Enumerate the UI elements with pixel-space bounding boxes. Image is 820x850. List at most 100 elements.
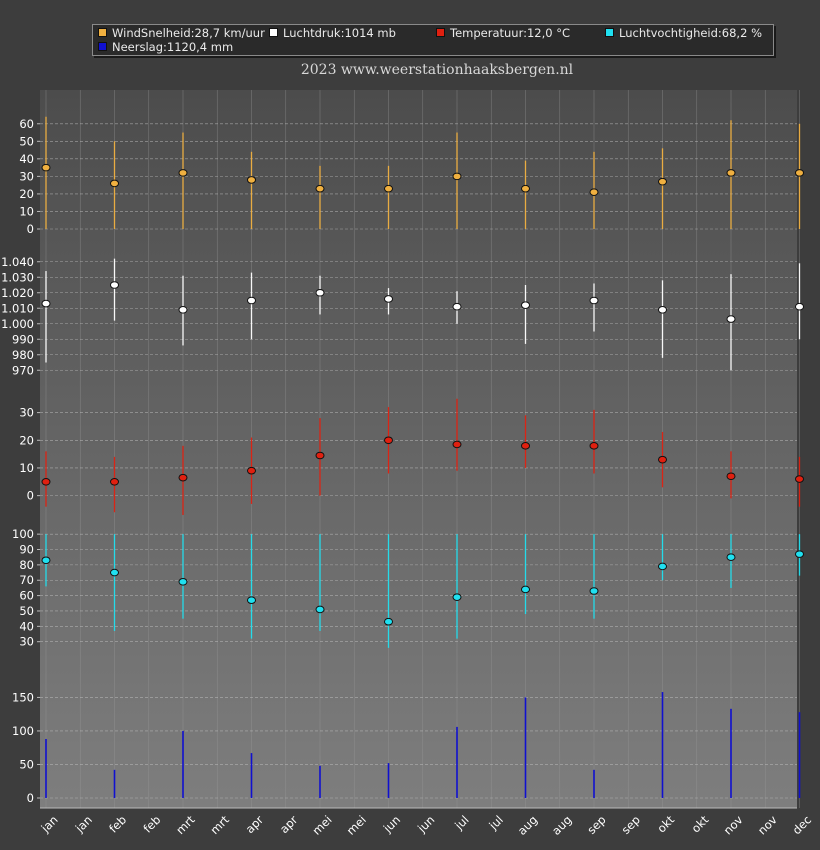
mean-point-wind [247, 176, 256, 184]
mean-point-temperatuur [658, 455, 667, 464]
mean-point-luchtdruk [658, 306, 667, 314]
mean-point-wind [521, 184, 530, 193]
x-tick-label: jan [38, 813, 61, 836]
y-tick-label-luchtdruk: 980 [12, 348, 34, 362]
x-tick-labels: jan jan feb feb mrt mrt apr apr mei mei jun jun jul j… [38, 812, 815, 838]
mean-point-luchtvochtigheid [110, 568, 119, 577]
y-tick-label-wind: 20 [19, 187, 34, 201]
y-tick-label-luchtvochtigheid: 40 [19, 619, 34, 633]
mean-point-luchtdruk [315, 288, 325, 297]
mean-point-luchtdruk [452, 302, 462, 311]
weather-year-chart: WindSnelheid:28,7 km/uur Luchtdruk:1014 … [0, 0, 820, 850]
mean-point-temperatuur [726, 472, 736, 481]
x-tick-label: nov [721, 813, 746, 838]
mean-point-luchtdruk [41, 299, 51, 308]
mean-point-luchtvochtigheid [41, 556, 51, 565]
y-tick-label-luchtdruk: 1.040 [1, 255, 34, 269]
x-tick-label: mei [310, 813, 335, 838]
y-tick-label-luchtdruk: 1.000 [1, 317, 34, 331]
x-tick-label: jul [486, 813, 506, 833]
mean-point-luchtvochtigheid [315, 605, 325, 614]
mean-point-luchtvochtigheid [452, 593, 462, 601]
y-tick-label-luchtvochtigheid: 90 [19, 543, 34, 557]
x-tick-label: mrt [207, 812, 232, 837]
x-tick-label: okt [689, 812, 712, 835]
x-tick-label: jun [380, 813, 403, 836]
x-tick-label: okt [654, 812, 677, 835]
x-tick-label: dec [790, 813, 815, 838]
mean-point-wind [452, 172, 462, 181]
x-tick-label: sep [584, 813, 608, 837]
mean-point-luchtdruk [726, 315, 736, 323]
y-tick-label-luchtdruk: 1.030 [1, 270, 34, 284]
mean-point-luchtvochtigheid [795, 550, 804, 558]
mean-point-temperatuur [589, 442, 599, 450]
y-tick-label-luchtvochtigheid: 60 [19, 589, 34, 603]
mean-point-temperatuur [384, 436, 393, 445]
y-tick-label-luchtdruk: 970 [12, 363, 34, 377]
mean-point-wind [589, 188, 599, 196]
y-tick-label-temperatuur: 20 [19, 433, 34, 447]
mean-point-luchtvochtigheid [589, 587, 599, 595]
y-tick-label-luchtdruk: 1.020 [1, 286, 34, 300]
mean-point-wind [726, 169, 736, 177]
y-tick-label-temperatuur: 10 [19, 461, 34, 475]
mean-point-wind [795, 169, 804, 177]
mean-point-luchtvochtigheid [726, 553, 736, 561]
y-tick-label-luchtvochtigheid: 100 [12, 527, 34, 541]
y-tick-label-neerslag: 150 [12, 690, 34, 704]
y-tick-label-luchtdruk: 990 [12, 332, 34, 346]
y-tick-label-luchtvochtigheid: 80 [19, 558, 34, 572]
mean-point-temperatuur [521, 442, 530, 450]
y-tick-label-wind: 0 [27, 222, 34, 236]
y-tick-labels: 01020304050609709809901.0001.0101.0201.0… [1, 117, 34, 805]
mean-point-wind [178, 169, 188, 177]
y-tick-label-wind: 10 [19, 204, 34, 218]
mean-point-luchtdruk [795, 302, 804, 311]
x-tick-label: jul [451, 813, 471, 833]
x-tick-label: apr [243, 813, 267, 837]
x-tick-label: jan [72, 813, 95, 836]
x-tick-label: feb [106, 813, 129, 836]
mean-point-temperatuur [110, 477, 119, 486]
mean-point-temperatuur [795, 475, 804, 483]
mean-point-luchtdruk [521, 301, 530, 309]
mean-point-luchtvochtigheid [658, 562, 667, 571]
y-tick-label-temperatuur: 30 [19, 406, 34, 420]
mean-point-wind [384, 184, 393, 193]
mean-point-luchtdruk [178, 306, 188, 314]
y-tick-label-wind: 40 [19, 152, 34, 166]
x-tick-label: mrt [173, 812, 198, 837]
plot-background [40, 90, 797, 808]
mean-point-luchtdruk [110, 281, 119, 289]
mean-point-luchtvochtigheid [384, 617, 393, 626]
x-tick-label: nov [755, 813, 780, 838]
x-tick-label: mei [344, 813, 369, 838]
x-tick-label: feb [140, 813, 163, 836]
mean-point-luchtdruk [384, 295, 393, 303]
mean-point-luchtdruk [589, 296, 599, 305]
x-tick-label: jun [414, 813, 437, 836]
mean-point-luchtvochtigheid [247, 596, 256, 605]
mean-point-luchtdruk [247, 296, 256, 305]
mean-point-temperatuur [315, 451, 325, 460]
x-tick-label: aug [515, 813, 540, 838]
y-tick-label-luchtvochtigheid: 50 [19, 604, 34, 618]
mean-point-luchtvochtigheid [178, 577, 188, 586]
mean-point-wind [110, 179, 119, 188]
y-tick-label-temperatuur: 0 [27, 489, 34, 503]
mean-point-wind [658, 177, 667, 186]
y-tick-label-neerslag: 50 [19, 757, 34, 771]
y-tick-label-luchtvochtigheid: 70 [19, 573, 34, 587]
x-tick-label: sep [619, 813, 643, 837]
mean-point-luchtvochtigheid [521, 585, 530, 594]
x-tick-label: apr [277, 813, 301, 837]
y-tick-label-wind: 30 [19, 169, 34, 183]
y-tick-label-wind: 50 [19, 134, 34, 148]
chart-canvas: 01020304050609709809901.0001.0101.0201.0… [1, 90, 815, 838]
mean-point-temperatuur [452, 440, 462, 449]
y-tick-label-luchtdruk: 1.010 [1, 301, 34, 315]
y-tick-label-wind: 60 [19, 117, 34, 131]
mean-point-temperatuur [178, 473, 188, 482]
mean-point-wind [315, 184, 325, 193]
